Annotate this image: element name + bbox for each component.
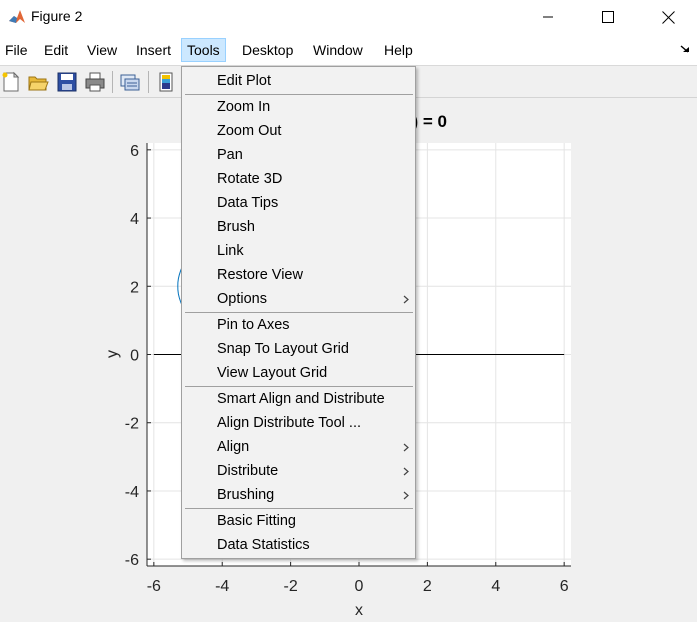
close-button[interactable] [645,0,691,34]
x-axis-label: x [355,602,363,619]
y-tick-label: -2 [125,416,139,433]
window-title: Figure 2 [31,8,83,24]
minimize-button[interactable] [525,0,571,34]
menu-item-zoom-out[interactable]: Zoom Out [182,119,415,143]
y-tick-label: -6 [125,552,139,569]
open-file-icon[interactable] [27,71,49,93]
x-tick-label: 4 [491,578,500,595]
x-tick-label: -4 [215,578,229,595]
menu-item-view-layout-grid[interactable]: View Layout Grid [182,361,415,385]
new-figure-icon[interactable] [0,71,22,93]
menu-window[interactable]: Window [308,38,368,62]
y-tick-label: -4 [125,484,139,501]
matlab-logo-icon [8,8,26,26]
x-tick-label: 0 [355,578,364,595]
menu-item-data-tips[interactable]: Data Tips [182,191,415,215]
submenu-arrow-icon [403,467,409,476]
menu-item-basic-fitting[interactable]: Basic Fitting [182,509,415,533]
save-icon[interactable] [56,71,78,93]
title-bar: Figure 2 [0,0,697,34]
menu-tools[interactable]: Tools [181,38,226,62]
menu-item-restore-view[interactable]: Restore View [182,263,415,287]
close-icon [661,10,675,24]
y-tick-label: 4 [130,211,139,228]
menu-insert[interactable]: Insert [131,38,176,62]
menu-view[interactable]: View [82,38,122,62]
y-axis-label: y [104,350,121,358]
x-tick-label: -2 [283,578,297,595]
menu-item-pin-to-axes[interactable]: Pin to Axes [182,313,415,337]
dock-arrow-icon[interactable] [679,43,691,55]
x-ticks: -6 -4 -2 0 2 4 6 [147,562,569,595]
menu-item-data-statistics[interactable]: Data Statistics [182,533,415,557]
menu-desktop[interactable]: Desktop [237,38,298,62]
minimize-icon [543,16,553,18]
maximize-icon [602,11,614,23]
menu-file[interactable]: File [0,38,33,62]
menu-item-link[interactable]: Link [182,239,415,263]
x-tick-label: 6 [560,578,569,595]
figure-window: Figure 2 File Edit View Insert Tools Des… [0,0,697,622]
print-icon[interactable] [84,71,106,93]
x-tick-label: -6 [147,578,161,595]
menu-edit[interactable]: Edit [39,38,73,62]
menu-item-align-distribute-tool[interactable]: Align Distribute Tool ... [182,411,415,435]
menu-item-options[interactable]: Options [182,287,415,311]
maximize-button[interactable] [585,0,631,34]
menu-bar: File Edit View Insert Tools Desktop Wind… [0,34,697,66]
y-tick-label: 6 [130,143,139,160]
menu-item-distribute[interactable]: Distribute [182,459,415,483]
menu-item-brush[interactable]: Brush [182,215,415,239]
link-figure-icon[interactable] [119,71,141,93]
menu-item-zoom-in[interactable]: Zoom In [182,95,415,119]
tools-menu: Edit Plot Zoom In Zoom Out Pan Rotate 3D Data… [181,66,416,559]
submenu-arrow-icon [403,443,409,452]
menu-item-snap-to-layout-grid[interactable]: Snap To Layout Grid [182,337,415,361]
menu-item-smart-align-and-distribute[interactable]: Smart Align and Distribute [182,387,415,411]
menu-item-brushing[interactable]: Brushing [182,483,415,507]
toolbar-separator [112,71,113,93]
menu-item-pan[interactable]: Pan [182,143,415,167]
submenu-arrow-icon [403,491,409,500]
x-tick-label: 2 [423,578,432,595]
submenu-arrow-icon [403,295,409,304]
toolbar-separator [148,71,149,93]
y-tick-label: 0 [130,348,139,365]
menu-item-edit-plot[interactable]: Edit Plot [182,69,415,93]
menu-item-align[interactable]: Align [182,435,415,459]
menu-help[interactable]: Help [379,38,418,62]
insert-colorbar-icon[interactable] [155,71,177,93]
y-tick-label: 2 [130,279,139,296]
menu-item-rotate-3d[interactable]: Rotate 3D [182,167,415,191]
